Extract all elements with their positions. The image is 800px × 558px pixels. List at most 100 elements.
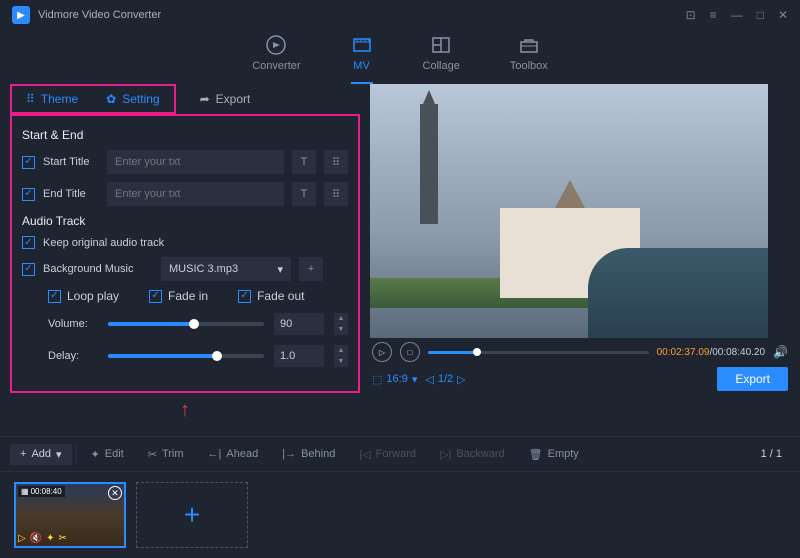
nav-converter[interactable]: Converter [252,34,300,84]
thumb-mute-icon[interactable]: 🔇 [30,533,42,544]
delay-value[interactable]: 1.0 [274,345,324,367]
delay-up-icon[interactable]: ▲ [334,345,348,356]
fadein-checkbox[interactable] [149,290,162,303]
export-icon: ➦ [200,92,210,106]
thumb-trim-icon[interactable]: ✂ [59,533,67,544]
film-icon: ▦ [21,487,29,496]
behind-icon: |→ [282,448,296,460]
collage-icon [430,34,452,56]
add-clip-button[interactable]: + [136,482,248,548]
video-preview[interactable] [370,84,768,338]
close-icon[interactable]: ✕ [778,8,788,22]
page-nav[interactable]: ◁ 1/2 ▷ [425,373,465,386]
text-style-icon[interactable]: T [292,150,316,174]
end-title-checkbox[interactable] [22,188,35,201]
grid-icon[interactable]: ⠿ [324,150,348,174]
bg-music-checkbox[interactable] [22,263,35,276]
nav-toolbox[interactable]: Toolbox [510,34,548,84]
volume-down-icon[interactable]: ▼ [334,324,348,335]
clip-toolbar: + Add ▾ ✦Edit ✂Trim ←|Ahead |→Behind |◁F… [0,436,800,472]
delay-slider[interactable] [108,354,264,358]
bg-music-select[interactable]: MUSIC 3.mp3 ▾ [161,257,291,281]
delay-label: Delay: [48,350,98,362]
backward-button[interactable]: ▷|Backward [430,444,515,465]
clip-thumbnails: ▦00:08:40 ✕ ▷ 🔇 ✦ ✂ + [0,472,800,558]
timeline-slider[interactable] [428,351,649,354]
arrow-indicator-icon: ↑ [10,399,360,422]
keep-original-label: Keep original audio track [43,237,164,249]
thumb-edit-icon[interactable]: ✦ [46,533,54,544]
app-title: Vidmore Video Converter [38,9,161,21]
tab-setting[interactable]: ✿ Setting [92,86,173,112]
play-button[interactable]: ▷ [372,342,392,362]
title-bar: ▶ Vidmore Video Converter ⊡ ≡ — □ ✕ [0,0,800,30]
volume-label: Volume: [48,318,98,330]
loop-checkbox[interactable] [48,290,61,303]
tab-export[interactable]: ➦ Export [186,86,265,112]
behind-button[interactable]: |→Behind [272,444,345,464]
volume-value[interactable]: 90 [274,313,324,335]
forward-button[interactable]: |◁Forward [349,444,426,465]
trash-icon: 🗑 [529,448,543,461]
forward-icon: |◁ [359,448,370,461]
fadein-label: Fade in [168,289,208,303]
chevron-down-icon: ▾ [277,263,283,276]
add-button[interactable]: + Add ▾ [10,444,72,465]
remove-clip-button[interactable]: ✕ [108,486,122,500]
volume-slider[interactable] [108,322,264,326]
aspect-ratio-select[interactable]: ⬚16:9 ▾ [372,373,417,386]
feedback-icon[interactable]: ⊡ [686,8,696,22]
volume-icon[interactable]: 🔊 [773,345,788,359]
clip-duration: ▦00:08:40 [18,486,65,497]
tab-theme[interactable]: ⠿ Theme [12,86,92,112]
end-title-label: End Title [43,188,99,200]
nav-collage[interactable]: Collage [423,34,460,84]
player-controls: ▷ □ 00:02:37.09/00:08:40.20 🔊 [370,338,790,366]
start-title-label: Start Title [43,156,99,168]
bg-music-label: Background Music [43,263,153,275]
edit-icon: ✦ [91,448,100,461]
theme-icon: ⠿ [26,92,35,106]
fadeout-checkbox[interactable] [238,290,251,303]
start-title-input[interactable] [107,150,284,174]
app-logo-icon: ▶ [12,6,30,24]
audio-header: Audio Track [22,214,348,228]
delay-down-icon[interactable]: ▼ [334,356,348,367]
stop-button[interactable]: □ [400,342,420,362]
trim-icon: ✂ [148,448,157,461]
start-title-checkbox[interactable] [22,156,35,169]
toolbox-icon [518,34,540,56]
trim-button[interactable]: ✂Trim [138,444,194,465]
empty-button[interactable]: 🗑Empty [519,444,589,465]
loop-label: Loop play [67,289,119,303]
text-style-icon[interactable]: T [292,182,316,206]
volume-up-icon[interactable]: ▲ [334,313,348,324]
maximize-icon[interactable]: □ [757,8,764,22]
top-nav: Converter MV Collage Toolbox [0,30,800,84]
mv-icon [351,34,373,56]
backward-icon: ▷| [440,448,451,461]
end-title-input[interactable] [107,182,284,206]
converter-icon [265,34,287,56]
thumb-play-icon[interactable]: ▷ [18,533,26,544]
menu-icon[interactable]: ≡ [710,8,717,22]
keep-original-checkbox[interactable] [22,236,35,249]
export-button[interactable]: Export [717,367,788,391]
grid-icon[interactable]: ⠿ [324,182,348,206]
edit-button[interactable]: ✦Edit [81,444,134,465]
nav-mv[interactable]: MV [351,34,373,84]
start-end-header: Start & End [22,128,348,142]
setting-tabs-highlight: ⠿ Theme ✿ Setting [10,84,176,114]
minimize-icon[interactable]: — [731,8,743,22]
time-display: 00:02:37.09/00:08:40.20 [657,347,765,358]
ahead-icon: ←| [208,448,222,460]
fadeout-label: Fade out [257,289,304,303]
chevron-down-icon: ▾ [412,373,418,386]
settings-panel: Start & End Start Title T ⠿ End Title T … [10,114,360,393]
add-music-button[interactable]: + [299,257,323,281]
ahead-button[interactable]: ←|Ahead [198,444,269,464]
clip-thumbnail[interactable]: ▦00:08:40 ✕ ▷ 🔇 ✦ ✂ [14,482,126,548]
aspect-icon: ⬚ [372,373,382,386]
page-indicator: 1 / 1 [761,448,790,460]
gear-icon: ✿ [106,92,116,106]
